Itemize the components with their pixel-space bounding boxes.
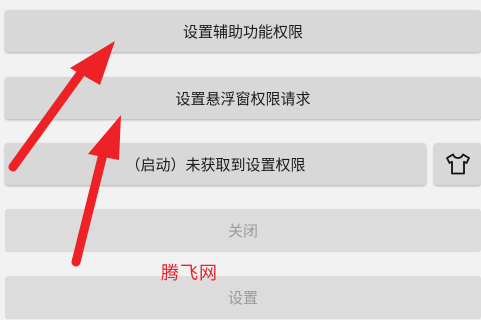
settings-button-label: 设置 [227,288,258,307]
tshirt-icon [445,153,470,175]
set-accessibility-permission-label: 设置辅助功能权限 [182,22,303,41]
start-button-label: （启动）未获取到设置权限 [125,155,306,174]
set-overlay-permission-button[interactable]: 设置悬浮窗权限请求 [5,77,481,119]
watermark-text: 腾飞网 [161,263,218,284]
close-button-label: 关闭 [227,221,258,240]
close-button[interactable]: 关闭 [5,209,481,251]
start-button[interactable]: （启动）未获取到设置权限 [5,143,426,185]
skin-button[interactable] [434,143,481,185]
settings-button[interactable]: 设置 [5,276,481,318]
set-overlay-permission-label: 设置悬浮窗权限请求 [175,89,311,108]
set-accessibility-permission-button[interactable]: 设置辅助功能权限 [5,10,481,52]
